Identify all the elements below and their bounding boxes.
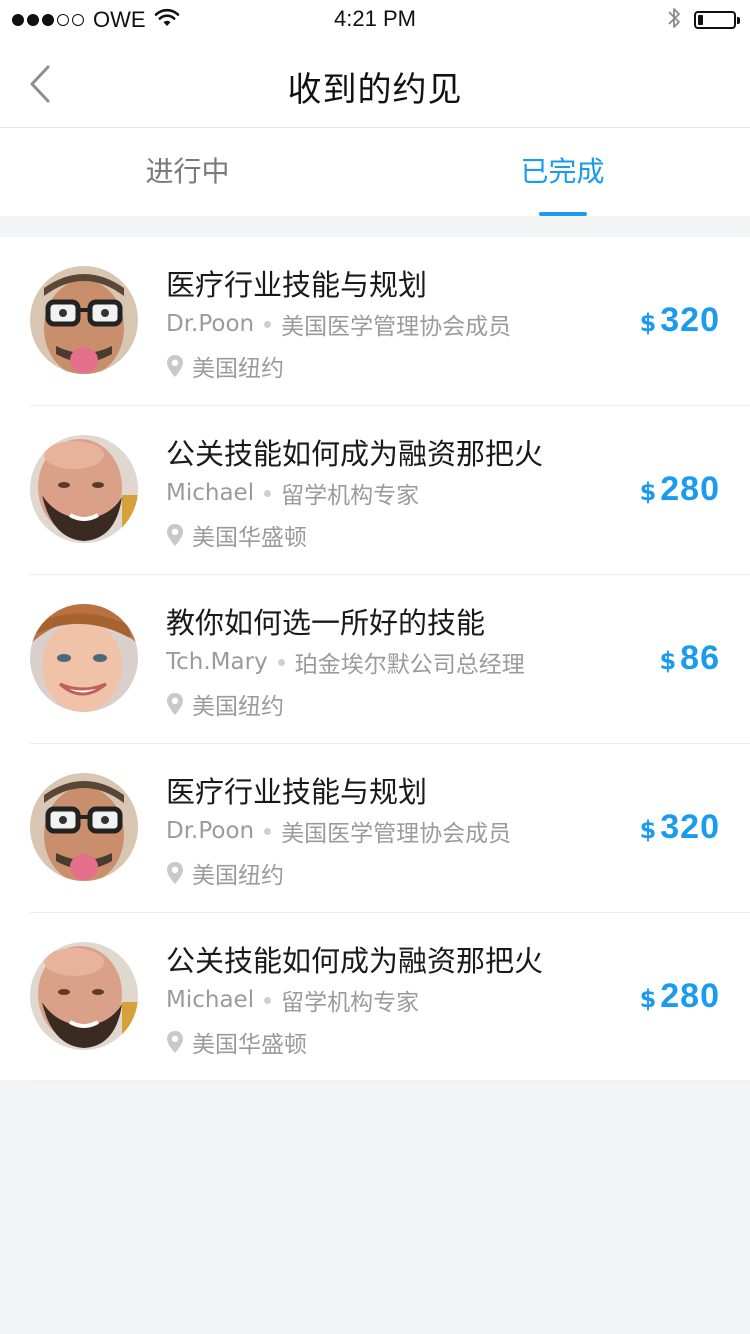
row-divider	[30, 1081, 750, 1082]
tab-bar: 进行中 已完成	[0, 128, 750, 216]
location-text: 美国纽约	[192, 863, 284, 889]
item-location: 美国纽约	[166, 687, 284, 721]
tab-indicator	[539, 212, 587, 216]
location-text: 美国纽约	[192, 356, 284, 382]
expert-name: Michael	[166, 987, 255, 1013]
currency-symbol: $	[659, 647, 677, 675]
location-text: 美国华盛顿	[192, 525, 307, 551]
price-amount: 280	[660, 470, 720, 508]
tab-indicator	[164, 212, 212, 216]
separator-dot	[264, 996, 272, 1004]
expert-role: 美国医学管理协会成员	[281, 821, 512, 847]
bluetooth-icon	[666, 5, 682, 35]
price: $ 320	[640, 808, 720, 847]
item-meta: Michael 留学机构专家	[166, 983, 419, 1017]
battery-fill	[698, 15, 703, 25]
navigation-bar: 收到的约见	[0, 40, 750, 128]
status-right	[666, 5, 740, 35]
item-location: 美国纽约	[166, 856, 284, 890]
item-title: 公关技能如何成为融资那把火	[166, 944, 544, 978]
price-amount: 280	[660, 977, 720, 1015]
bearded-man-avatar	[30, 435, 138, 543]
expert-role: 留学机构专家	[281, 990, 420, 1016]
separator-dot	[264, 320, 272, 328]
price: $ 86	[659, 639, 720, 678]
tab-completed[interactable]: 已完成	[375, 128, 750, 216]
currency-symbol: $	[639, 985, 657, 1013]
glasses-man-avatar	[30, 266, 138, 374]
location-text: 美国华盛顿	[192, 1032, 307, 1058]
currency-symbol: $	[639, 309, 657, 337]
location-text: 美国纽约	[192, 694, 284, 720]
item-title: 公关技能如何成为融资那把火	[166, 437, 544, 471]
list-item[interactable]: 教你如何选一所好的技能 Tch.Mary 珀金埃尔默公司总经理 美国纽约 $ 8…	[0, 575, 750, 744]
location-pin-icon	[167, 524, 183, 546]
list-item[interactable]: 公关技能如何成为融资那把火 Michael 留学机构专家 美国华盛顿 $ 280	[0, 913, 750, 1082]
price: $ 280	[640, 977, 720, 1016]
battery-icon	[694, 11, 740, 29]
item-meta: Dr.Poon 美国医学管理协会成员	[166, 814, 511, 848]
price-amount: 86	[680, 639, 720, 677]
appointment-list: 医疗行业技能与规划 Dr.Poon 美国医学管理协会成员 美国纽约 $ 320 …	[0, 237, 750, 1082]
price-amount: 320	[660, 808, 720, 846]
list-item[interactable]: 医疗行业技能与规划 Dr.Poon 美国医学管理协会成员 美国纽约 $ 320	[0, 237, 750, 406]
location-pin-icon	[167, 355, 183, 377]
expert-role: 留学机构专家	[281, 483, 420, 509]
expert-name: Michael	[166, 480, 255, 506]
price: $ 320	[640, 301, 720, 340]
bearded-man-avatar	[30, 942, 138, 1050]
item-meta: Tch.Mary 珀金埃尔默公司总经理	[166, 645, 525, 679]
expert-name: Dr.Poon	[166, 818, 255, 844]
location-pin-icon	[167, 693, 183, 715]
price-amount: 320	[660, 301, 720, 339]
separator-dot	[264, 489, 272, 497]
separator-dot	[264, 827, 272, 835]
separator-dot	[277, 658, 285, 666]
item-title: 医疗行业技能与规划	[166, 775, 428, 809]
expert-name: Dr.Poon	[166, 311, 255, 337]
location-pin-icon	[167, 862, 183, 884]
list-item[interactable]: 医疗行业技能与规划 Dr.Poon 美国医学管理协会成员 美国纽约 $ 320	[0, 744, 750, 913]
item-location: 美国纽约	[166, 349, 284, 383]
glasses-man-avatar	[30, 773, 138, 881]
tab-in-progress[interactable]: 进行中	[0, 128, 375, 216]
status-time: 4:21 PM	[334, 6, 416, 31]
currency-symbol: $	[639, 816, 657, 844]
item-title: 教你如何选一所好的技能	[166, 606, 486, 640]
item-location: 美国华盛顿	[166, 1025, 307, 1059]
list-item[interactable]: 公关技能如何成为融资那把火 Michael 留学机构专家 美国华盛顿 $ 280	[0, 406, 750, 575]
page-title: 收到的约见	[287, 70, 463, 110]
status-bar: OWE 4:21 PM	[0, 0, 750, 40]
tab-label: 进行中	[145, 155, 230, 188]
smiling-woman-avatar	[30, 604, 138, 712]
tab-label: 已完成	[520, 155, 605, 188]
item-title: 医疗行业技能与规划	[166, 268, 428, 302]
currency-symbol: $	[639, 478, 657, 506]
location-pin-icon	[167, 1031, 183, 1053]
expert-name: Tch.Mary	[166, 649, 268, 675]
item-meta: Michael 留学机构专家	[166, 476, 419, 510]
expert-role: 珀金埃尔默公司总经理	[294, 652, 525, 678]
item-location: 美国华盛顿	[166, 518, 307, 552]
price: $ 280	[640, 470, 720, 509]
item-meta: Dr.Poon 美国医学管理协会成员	[166, 307, 511, 341]
expert-role: 美国医学管理协会成员	[281, 314, 512, 340]
